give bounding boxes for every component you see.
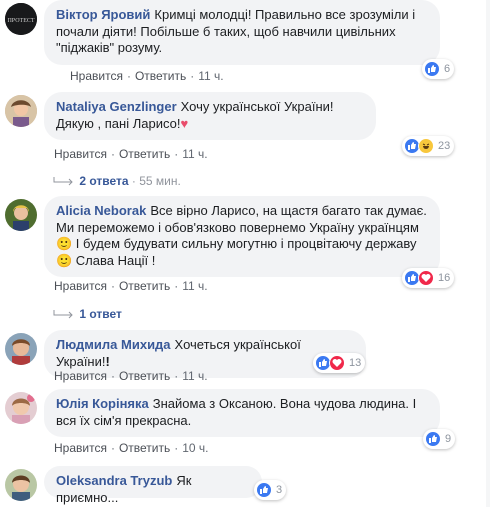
reactions-badge[interactable]: 23: [402, 136, 455, 156]
comment-author[interactable]: Oleksandra Tryzub: [56, 473, 172, 488]
comment-author[interactable]: Alicia Neborak: [56, 203, 146, 218]
comment-actions: Нравится · Ответить · 11 ч.: [54, 279, 208, 293]
svg-text:ПРОТЕСТ: ПРОТЕСТ: [7, 18, 34, 24]
scrollbar[interactable]: [486, 0, 490, 507]
reactions-badge[interactable]: 9: [423, 429, 456, 449]
view-replies[interactable]: 2 ответа · 55 мин.: [52, 174, 181, 188]
avatar[interactable]: [5, 199, 37, 231]
like-reaction-icon: [425, 431, 441, 447]
reactions-badge[interactable]: 16: [402, 268, 455, 288]
comment-time[interactable]: 10 ч.: [182, 441, 208, 455]
comment-bubble: Юлія Коріняка Знайома з Оксаною. Вона чуд…: [44, 389, 440, 437]
reply-arrow-icon: [53, 176, 73, 186]
view-replies[interactable]: 1 ответ: [52, 307, 122, 321]
comment-time[interactable]: 11 ч.: [182, 279, 207, 293]
love-reaction-icon: [418, 270, 434, 286]
comment-author[interactable]: Юлія Коріняка: [56, 396, 149, 411]
reply-link[interactable]: Ответить: [119, 147, 170, 161]
comment-bubble: Віктор Яровий Кримці молодці! Правильно в…: [44, 0, 440, 65]
avatar[interactable]: ПРОТЕСТ: [5, 3, 37, 35]
love-reaction-icon: [329, 355, 345, 371]
comment-actions: Нравится · Ответить · 11 ч.: [54, 369, 208, 383]
like-link[interactable]: Нравится: [54, 369, 107, 383]
like-link[interactable]: Нравится: [70, 69, 123, 83]
comment-time[interactable]: 11 ч.: [182, 147, 207, 161]
reaction-count: 13: [349, 357, 362, 369]
exclamation-emoji-icon: !: [105, 353, 110, 369]
avatar[interactable]: [5, 469, 37, 501]
haha-reaction-icon: [418, 138, 434, 154]
like-reaction-icon: [256, 482, 272, 498]
comment-time[interactable]: 11 ч.: [198, 69, 223, 83]
like-reaction-icon: [424, 61, 440, 77]
reply-arrow-icon: [53, 309, 73, 319]
comment-author[interactable]: Віктор Яровий: [56, 7, 150, 22]
like-link[interactable]: Нравится: [54, 441, 107, 455]
comment-bubble: Nataliya Genzlinger Хочу української Укра…: [44, 92, 376, 140]
reactions-badge[interactable]: 3: [254, 480, 287, 500]
reaction-count: 6: [444, 63, 451, 75]
comment-bubble: Oleksandra Tryzub Як приємно...: [44, 466, 262, 505]
like-link[interactable]: Нравится: [54, 147, 107, 161]
reaction-count: 9: [445, 433, 452, 445]
comment-actions: Нравится · Ответить · 11 ч.: [54, 147, 208, 161]
comment-author[interactable]: Людмила Михида: [56, 337, 171, 352]
reaction-count: 23: [438, 140, 451, 152]
reply-link[interactable]: Ответить: [135, 69, 186, 83]
comment-actions: Нравится · Ответить · 11 ч.: [70, 69, 224, 83]
reactions-badge[interactable]: 6: [422, 59, 455, 79]
avatar[interactable]: [5, 95, 37, 127]
replies-link[interactable]: 2 ответа: [79, 174, 128, 188]
reactions-badge[interactable]: 13: [313, 353, 366, 373]
reaction-count: 3: [276, 484, 283, 496]
replies-link[interactable]: 1 ответ: [79, 307, 122, 321]
comment-time[interactable]: 11 ч.: [182, 369, 207, 383]
avatar[interactable]: [5, 333, 37, 365]
comment-actions: Нравится · Ответить · 10 ч.: [54, 441, 209, 455]
comment-bubble: Alicia Neborak Все вірно Ларисо, на щастя…: [44, 196, 440, 277]
reply-link[interactable]: Ответить: [119, 441, 170, 455]
avatar[interactable]: [5, 392, 37, 424]
heart-emoji-icon: ♥: [180, 115, 189, 131]
reply-link[interactable]: Ответить: [119, 279, 170, 293]
reaction-count: 16: [438, 272, 451, 284]
replies-time: 55 мин.: [139, 174, 181, 188]
comment-author[interactable]: Nataliya Genzlinger: [56, 99, 177, 114]
like-link[interactable]: Нравится: [54, 279, 107, 293]
reply-link[interactable]: Ответить: [119, 369, 170, 383]
